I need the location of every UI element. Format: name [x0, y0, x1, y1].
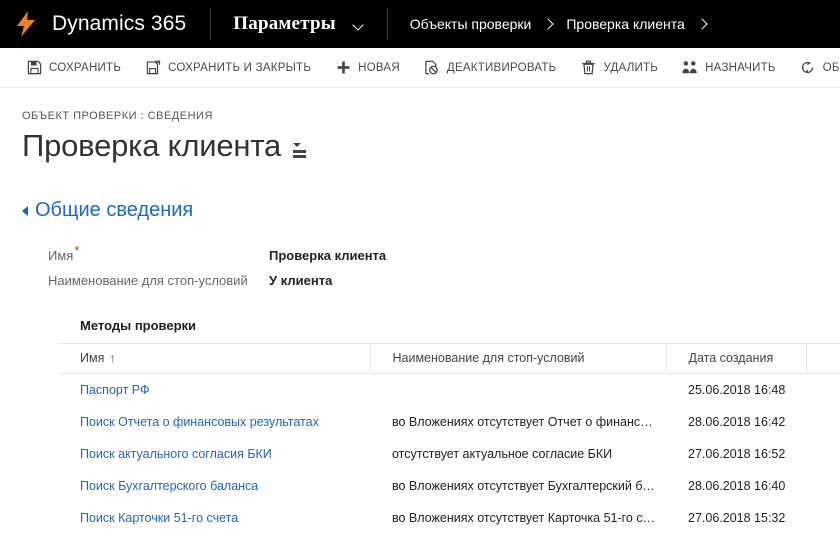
command-bar: СОХРАНИТЬ СОХРАНИТЬ И ЗАКРЫТЬ НОВАЯ ДЕАК…: [0, 48, 840, 88]
page-body: ОБЪЕКТ ПРОВЕРКИ : СВЕДЕНИЯ Проверка клие…: [0, 88, 840, 534]
form-selector-menu-icon[interactable]: [293, 135, 307, 158]
check-methods-subgrid: Методы проверки Имя ↑ Наименование для ст…: [22, 318, 840, 534]
field-row-name: Имя* Проверка клиента: [48, 244, 840, 264]
cell-stop-condition: во Вложениях отсутствует Бухгалтерский б…: [392, 479, 666, 494]
deactivate-button-label: ДЕАКТИВИРОВАТЬ: [446, 61, 557, 74]
collapse-caret-icon: [22, 205, 28, 216]
area-switcher[interactable]: Параметры: [211, 0, 387, 48]
caret-down-icon: [293, 142, 302, 147]
chevron-right-icon: [544, 20, 553, 29]
cell-stop-condition: отсутствует актуальное согласие БКИ: [392, 447, 613, 462]
save-and-close-icon: [145, 60, 161, 76]
chevron-down-icon: [354, 21, 365, 28]
field-value-stop-condition[interactable]: У клиента: [269, 273, 332, 288]
general-information-section: Общие сведения Имя* Проверка клиента Наи…: [0, 199, 840, 534]
field-label-name: Имя*: [48, 244, 269, 264]
column-header-name[interactable]: Имя ↑: [58, 343, 370, 375]
field-label-stop-condition: Наименование для стоп-условий: [48, 273, 248, 289]
column-header-stop-condition[interactable]: Наименование для стоп-условий: [369, 343, 666, 375]
record-link[interactable]: Поиск Отчета о финансовых результатах: [80, 415, 319, 429]
table-row[interactable]: Поиск Карточки 51-го счета во Вложениях …: [58, 502, 840, 534]
breadcrumb: Объекты проверки Проверка клиента: [388, 0, 840, 48]
cell-name[interactable]: Поиск Отчета о финансовых результатах: [58, 406, 370, 438]
share-button-label: ОБЩИЙ ДОСТУП: [822, 61, 840, 74]
page-header: ОБЪЕКТ ПРОВЕРКИ : СВЕДЕНИЯ Проверка клие…: [0, 88, 840, 163]
cell-blank: [806, 470, 840, 502]
cell-name[interactable]: Поиск актуального согласия БКИ: [58, 438, 370, 470]
plus-icon: [335, 60, 351, 76]
cell-created-on: 28.06.2018 16:42: [688, 415, 786, 430]
section-header[interactable]: Общие сведения: [22, 199, 840, 222]
breadcrumb-item-objects[interactable]: Объекты проверки: [410, 16, 532, 32]
field-row-stop-condition: Наименование для стоп-условий У клиента: [48, 273, 840, 288]
field-list: Имя* Проверка клиента Наименование для с…: [22, 244, 840, 288]
title-row: Проверка клиента: [22, 128, 840, 163]
save-icon: [26, 60, 42, 76]
brand-title[interactable]: Dynamics 365: [52, 0, 210, 48]
record-link[interactable]: Поиск Карточки 51-го счета: [80, 511, 238, 525]
cell-created-on: 27.06.2018 16:52: [688, 447, 786, 462]
delete-button[interactable]: УДАЛИТЬ: [568, 48, 670, 88]
table-body: Паспорт РФ 25.06.2018 16:48 Поиск Отчета…: [58, 374, 840, 535]
record-link[interactable]: Поиск Бухгалтерского баланса: [80, 479, 258, 493]
breadcrumb-item-current[interactable]: Проверка клиента: [566, 16, 684, 32]
field-value-name[interactable]: Проверка клиента: [269, 248, 386, 263]
trash-icon: [580, 60, 596, 76]
save-button-label: СОХРАНИТЬ: [49, 61, 122, 74]
save-and-close-button-label: СОХРАНИТЬ И ЗАКРЫТЬ: [168, 61, 312, 74]
area-switcher-label: Параметры: [233, 13, 336, 34]
table-header-row: Имя ↑ Наименование для стоп-условий Дата …: [58, 343, 840, 375]
column-header-blank[interactable]: [805, 343, 840, 375]
check-methods-table: Имя ↑ Наименование для стоп-условий Дата …: [58, 343, 840, 534]
lightning-bolt-icon: [17, 11, 35, 37]
record-type-label: ОБЪЕКТ ПРОВЕРКИ : СВЕДЕНИЯ: [22, 110, 213, 122]
sort-ascending-icon: ↑: [109, 351, 116, 366]
assign-button[interactable]: НАЗНАЧИТЬ: [670, 48, 788, 88]
share-icon: [800, 60, 816, 76]
assign-users-icon: [682, 60, 698, 76]
save-and-close-button[interactable]: СОХРАНИТЬ И ЗАКРЫТЬ: [133, 48, 323, 88]
cell-blank: [806, 502, 840, 534]
cell-created-on: 28.06.2018 16:40: [688, 479, 786, 494]
section-title: Общие сведения: [35, 199, 194, 222]
column-header-created-on[interactable]: Дата создания: [665, 343, 806, 375]
delete-button-label: УДАЛИТЬ: [603, 61, 659, 74]
cell-blank: [806, 438, 840, 470]
app-logo[interactable]: [0, 0, 52, 48]
chevron-right-icon-trailing[interactable]: [698, 20, 707, 29]
deactivate-button[interactable]: ДЕАКТИВИРОВАТЬ: [412, 48, 569, 88]
table-row[interactable]: Паспорт РФ 25.06.2018 16:48: [58, 374, 840, 407]
save-button[interactable]: СОХРАНИТЬ: [14, 48, 133, 88]
record-link[interactable]: Паспорт РФ: [80, 383, 149, 397]
record-link[interactable]: Поиск актуального согласия БКИ: [80, 447, 272, 461]
table-row[interactable]: Поиск Отчета о финансовых результатах во…: [58, 406, 840, 438]
subgrid-title: Методы проверки: [80, 318, 197, 334]
cell-blank: [806, 406, 840, 438]
cell-created-on: 25.06.2018 16:48: [688, 383, 786, 398]
cell-name[interactable]: Поиск Бухгалтерского баланса: [58, 470, 370, 502]
cell-created-on: 27.06.2018 15:32: [688, 511, 786, 526]
required-asterisk-icon: *: [74, 242, 80, 258]
deactivate-icon: [424, 60, 440, 76]
top-nav-bar: Dynamics 365 Параметры Объекты проверки …: [0, 0, 840, 48]
cell-blank: [806, 374, 840, 407]
share-button[interactable]: ОБЩИЙ ДОСТУП: [788, 48, 840, 88]
cell-stop-condition: [370, 374, 666, 407]
page-title: Проверка клиента: [22, 128, 282, 163]
table-row[interactable]: Поиск Бухгалтерского баланса во Вложения…: [58, 470, 840, 502]
field-label-name-text: Имя: [48, 248, 74, 264]
cell-stop-condition: во Вложениях отсутствует Карточка 51-го …: [392, 511, 666, 526]
menu-lines-icon: [293, 149, 307, 158]
new-button[interactable]: НОВАЯ: [323, 48, 412, 88]
table-row[interactable]: Поиск актуального согласия БКИ отсутству…: [58, 438, 840, 470]
cell-name[interactable]: Паспорт РФ: [58, 374, 370, 407]
cell-stop-condition: во Вложениях отсутствует Отчет о финансо…: [392, 415, 666, 430]
new-button-label: НОВАЯ: [358, 61, 400, 74]
column-header-name-text: Имя: [80, 351, 105, 366]
cell-name[interactable]: Поиск Карточки 51-го счета: [58, 502, 370, 534]
assign-button-label: НАЗНАЧИТЬ: [705, 61, 776, 74]
